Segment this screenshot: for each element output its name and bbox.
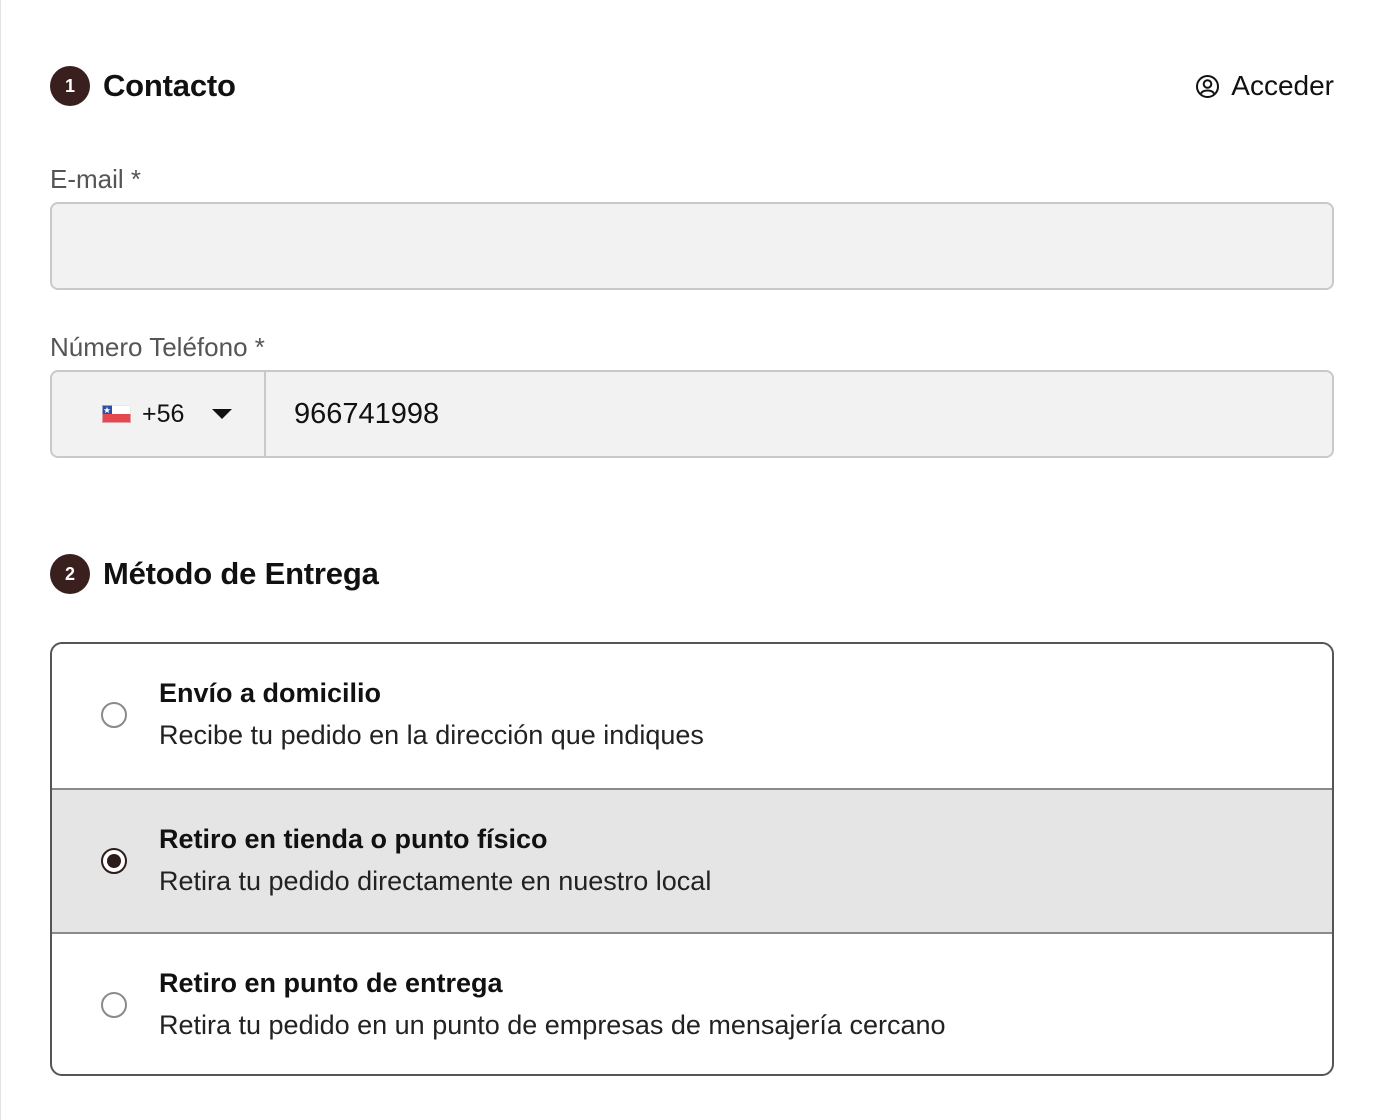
- option-description: Retira tu pedido directamente en nuestro…: [159, 866, 712, 896]
- contact-title: Contacto: [103, 68, 236, 103]
- email-label: E-mail *: [50, 164, 142, 194]
- option-title: Retiro en punto de entrega: [159, 968, 503, 998]
- option-description: Recibe tu pedido en la dirección que ind…: [159, 720, 704, 750]
- chevron-down-icon: [212, 409, 233, 419]
- delivery-option-pickup-point[interactable]: Retiro en punto de entrega Retira tu ped…: [52, 932, 1332, 1074]
- phone-label: Número Teléfono *: [50, 332, 265, 362]
- country-code-select[interactable]: +56: [52, 372, 266, 456]
- delivery-option-store-pickup[interactable]: Retiro en tienda o punto físico Retira t…: [52, 788, 1332, 932]
- phone-field: +56: [50, 370, 1334, 458]
- option-description: Retira tu pedido en un punto de empresas…: [159, 1010, 946, 1040]
- radio-button[interactable]: [101, 702, 127, 728]
- step-badge-1: 1: [50, 66, 90, 106]
- phone-input[interactable]: [266, 372, 1332, 456]
- delivery-title: Método de Entrega: [103, 556, 379, 591]
- step-badge-2: 2: [50, 554, 90, 594]
- delivery-section-header: 2 Método de Entrega: [50, 554, 379, 594]
- delivery-options: Envío a domicilio Recibe tu pedido en la…: [50, 642, 1334, 1076]
- radio-button[interactable]: [101, 992, 127, 1018]
- login-link[interactable]: Acceder: [1195, 66, 1334, 106]
- radio-button-selected[interactable]: [101, 848, 127, 874]
- checkout-page: 1 Contacto Acceder E-mail * Número Teléf…: [0, 0, 1378, 1120]
- country-dial-code: +56: [142, 399, 185, 428]
- email-input[interactable]: [50, 202, 1334, 290]
- delivery-option-home[interactable]: Envío a domicilio Recibe tu pedido en la…: [52, 644, 1332, 788]
- option-title: Retiro en tienda o punto físico: [159, 824, 548, 854]
- chile-flag-icon: [102, 405, 131, 423]
- contact-section-header: 1 Contacto: [50, 66, 236, 106]
- login-label: Acceder: [1231, 70, 1334, 101]
- left-divider: [0, 0, 1, 1120]
- option-title: Envío a domicilio: [159, 678, 382, 708]
- user-circle-icon: [1195, 74, 1220, 99]
